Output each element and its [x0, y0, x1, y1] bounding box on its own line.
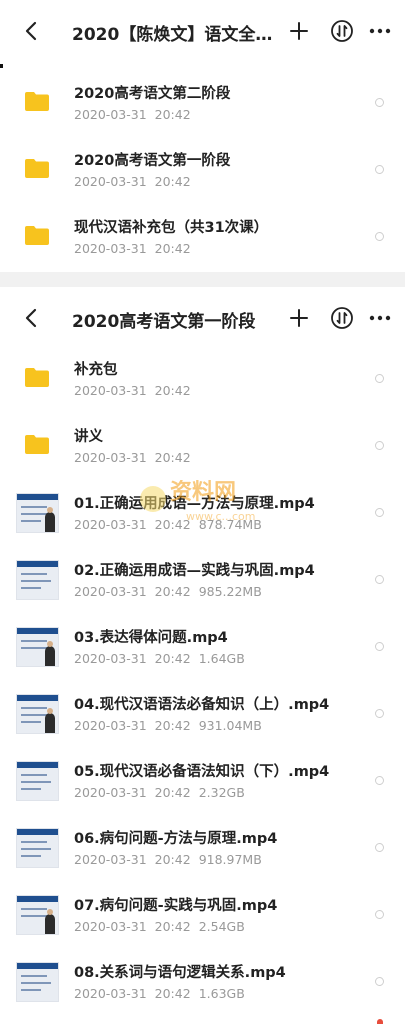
- list-item[interactable]: 08.关系词与语句逻辑关系.mp4 2020-03-31 20:42 1.63GB: [0, 949, 405, 1016]
- more-icon[interactable]: [365, 303, 395, 333]
- back-arrow-icon[interactable]: [16, 303, 46, 333]
- item-meta: 2020-03-31 20:42 1.64GB: [74, 651, 245, 666]
- item-meta: 2020-03-31 20:42: [74, 450, 191, 465]
- plus-icon[interactable]: [284, 16, 314, 46]
- video-thumbnail: [16, 895, 59, 935]
- item-name: 02.正确运用成语—实践与巩固.mp4: [74, 563, 315, 579]
- folder-panel-bottom: 2020高考语文第一阶段 补充包 2020-03-31 20:42 讲义 2020…: [0, 287, 405, 1024]
- item-name: 06.病句问题-方法与原理.mp4: [74, 831, 278, 847]
- more-icon[interactable]: [365, 16, 395, 46]
- item-meta: 2020-03-31 20:42: [74, 241, 191, 256]
- item-meta: 2020-03-31 20:42 878.74MB: [74, 517, 262, 532]
- folder-icon: [25, 226, 49, 245]
- item-meta: 2020-03-31 20:42 985.22MB: [74, 584, 262, 599]
- top-bar: 2020高考语文第一阶段: [0, 287, 405, 351]
- folder-icon: [25, 435, 49, 454]
- item-name: 04.现代汉语语法必备知识（上）.mp4: [74, 697, 330, 713]
- list-item[interactable]: 现代汉语补充包（共31次课） 2020-03-31 20:42: [0, 204, 405, 271]
- select-radio[interactable]: [375, 508, 384, 517]
- select-radio[interactable]: [375, 441, 384, 450]
- item-meta: 2020-03-31 20:42: [74, 174, 191, 189]
- top-bar: 2020【陈焕文】语文全…: [0, 0, 405, 64]
- select-radio[interactable]: [375, 776, 384, 785]
- item-name: 补充包: [74, 362, 118, 378]
- item-meta: 2020-03-31 20:42 2.32GB: [74, 785, 245, 800]
- video-thumbnail: [16, 761, 59, 801]
- sort-icon[interactable]: [327, 303, 357, 333]
- select-radio[interactable]: [375, 910, 384, 919]
- list-item[interactable]: 2020高考语文第二阶段 2020-03-31 20:42: [0, 70, 405, 137]
- folder-icon: [25, 159, 49, 178]
- item-name: 05.现代汉语必备语法知识（下）.mp4: [74, 764, 330, 780]
- list-item[interactable]: 01.正确运用成语—方法与原理.mp4 2020-03-31 20:42 878.7…: [0, 480, 405, 547]
- item-name: 07.病句问题-实践与巩固.mp4: [74, 898, 278, 914]
- item-name: 2020高考语文第一阶段: [74, 153, 231, 169]
- list-item[interactable]: 04.现代汉语语法必备知识（上）.mp4 2020-03-31 20:42 931.…: [0, 681, 405, 748]
- page-title: 2020【陈焕文】语文全…: [72, 25, 273, 45]
- screenshot-divider: [0, 272, 405, 287]
- select-radio[interactable]: [375, 977, 384, 986]
- list-item[interactable]: 补充包 2020-03-31 20:42: [0, 346, 405, 413]
- folder-icon: [25, 92, 49, 111]
- item-name: 01.正确运用成语—方法与原理.mp4: [74, 496, 315, 512]
- select-radio[interactable]: [375, 374, 384, 383]
- video-thumbnail: [16, 493, 59, 533]
- list-item[interactable]: 讲义 2020-03-31 20:42: [0, 413, 405, 480]
- video-thumbnail: [16, 560, 59, 600]
- folder-icon: [25, 368, 49, 387]
- item-meta: 2020-03-31 20:42: [74, 383, 191, 398]
- video-thumbnail: [16, 828, 59, 868]
- notification-dot: [377, 1019, 383, 1024]
- item-meta: 2020-03-31 20:42 1.63GB: [74, 986, 245, 1001]
- select-radio[interactable]: [375, 709, 384, 718]
- select-radio[interactable]: [375, 98, 384, 107]
- item-meta: 2020-03-31 20:42: [74, 107, 191, 122]
- plus-icon[interactable]: [284, 303, 314, 333]
- item-meta: 2020-03-31 20:42 918.97MB: [74, 852, 262, 867]
- select-radio[interactable]: [375, 232, 384, 241]
- list-item[interactable]: 06.病句问题-方法与原理.mp4 2020-03-31 20:42 918.97M…: [0, 815, 405, 882]
- list-item[interactable]: 03.表达得体问题.mp4 2020-03-31 20:42 1.64GB: [0, 614, 405, 681]
- sort-icon[interactable]: [327, 16, 357, 46]
- list-item[interactable]: 05.现代汉语必备语法知识（下）.mp4 2020-03-31 20:42 2.32…: [0, 748, 405, 815]
- select-radio[interactable]: [375, 165, 384, 174]
- video-thumbnail: [16, 962, 59, 1002]
- video-thumbnail: [16, 694, 59, 734]
- item-meta: 2020-03-31 20:42 2.54GB: [74, 919, 245, 934]
- item-name: 2020高考语文第二阶段: [74, 86, 231, 102]
- list-item[interactable]: 02.正确运用成语—实践与巩固.mp4 2020-03-31 20:42 985.2…: [0, 547, 405, 614]
- select-radio[interactable]: [375, 843, 384, 852]
- list-item[interactable]: 2020高考语文第一阶段 2020-03-31 20:42: [0, 137, 405, 204]
- folder-panel-top: 2020【陈焕文】语文全… 2020高考语文第二阶段 2020-03-31 20:…: [0, 0, 405, 272]
- select-radio[interactable]: [375, 642, 384, 651]
- select-radio[interactable]: [375, 575, 384, 584]
- page-title: 2020高考语文第一阶段: [72, 312, 256, 332]
- video-thumbnail: [16, 627, 59, 667]
- item-name: 现代汉语补充包（共31次课）: [74, 220, 269, 236]
- item-name: 03.表达得体问题.mp4: [74, 630, 228, 646]
- item-name: 讲义: [74, 429, 103, 445]
- back-arrow-icon[interactable]: [16, 16, 46, 46]
- list-item[interactable]: 07.病句问题-实践与巩固.mp4 2020-03-31 20:42 2.54GB: [0, 882, 405, 949]
- item-meta: 2020-03-31 20:42 931.04MB: [74, 718, 262, 733]
- item-name: 08.关系词与语句逻辑关系.mp4: [74, 965, 286, 981]
